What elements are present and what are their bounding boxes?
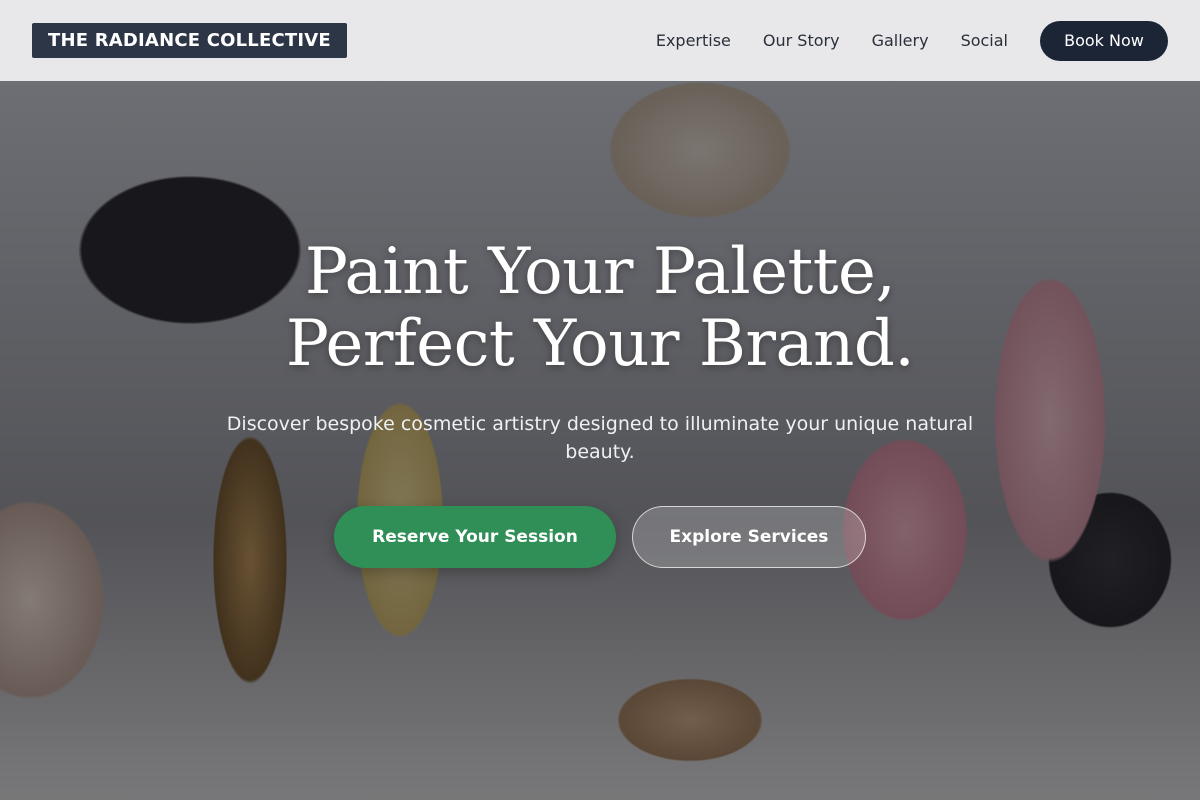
hero-title: Paint Your Palette, Perfect Your Brand. <box>285 235 915 381</box>
hero-subtitle: Discover bespoke cosmetic artistry desig… <box>226 413 974 463</box>
nav-link-social[interactable]: Social <box>961 31 1008 50</box>
main-nav: Expertise Our Story Gallery Social Book … <box>656 20 1168 61</box>
cta-row: Reserve Your Session Explore Services <box>0 506 1200 568</box>
reserve-session-button[interactable]: Reserve Your Session <box>334 506 616 568</box>
nav-link-gallery[interactable]: Gallery <box>872 31 929 50</box>
explore-services-button[interactable]: Explore Services <box>632 506 866 568</box>
site-header: THE RADIANCE COLLECTIVE Expertise Our St… <box>0 0 1200 81</box>
nav-link-expertise[interactable]: Expertise <box>656 31 731 50</box>
brand-logo[interactable]: THE RADIANCE COLLECTIVE <box>32 23 347 58</box>
book-now-button[interactable]: Book Now <box>1040 20 1168 61</box>
hero-section: Paint Your Palette, Perfect Your Brand. … <box>0 236 1200 568</box>
nav-link-our-story[interactable]: Our Story <box>763 31 840 50</box>
